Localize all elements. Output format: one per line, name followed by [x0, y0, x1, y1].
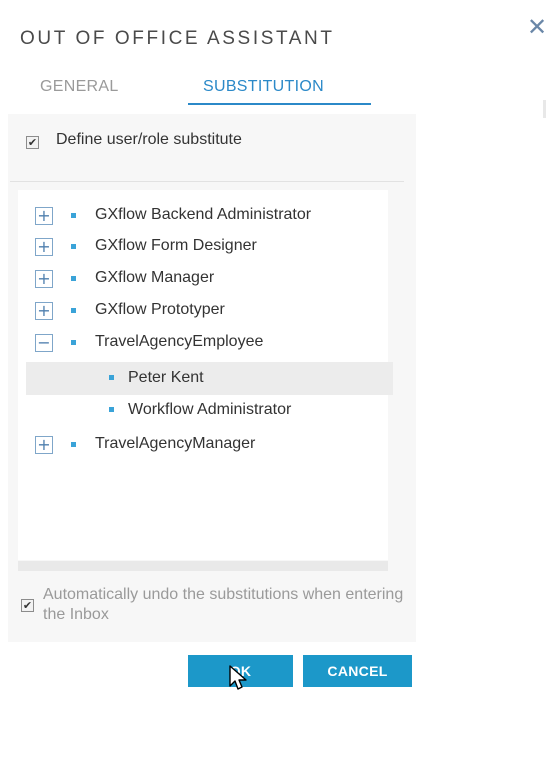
active-tab-indicator: [188, 103, 371, 105]
tab-general[interactable]: GENERAL: [40, 78, 119, 96]
bullet-icon: [71, 213, 76, 218]
expand-icon[interactable]: +: [35, 270, 53, 288]
bullet-icon: [71, 308, 76, 313]
tree-node[interactable]: GXflow Prototyper: [95, 295, 225, 325]
auto-undo-checkbox[interactable]: ✔: [21, 599, 34, 612]
window-edge: [543, 100, 546, 118]
tree-node[interactable]: TravelAgencyManager: [95, 429, 255, 459]
tab-substitution[interactable]: SUBSTITUTION: [203, 78, 324, 96]
tree-node[interactable]: GXflow Form Designer: [95, 231, 257, 261]
bullet-icon: [71, 442, 76, 447]
horizontal-scrollbar[interactable]: [18, 561, 388, 571]
bullet-icon: [109, 375, 114, 380]
divider: [10, 181, 404, 182]
define-substitute-label: Define user/role substitute: [56, 131, 242, 148]
mouse-cursor-icon: [229, 665, 247, 690]
auto-undo-label: Automatically undo the substitutions whe…: [43, 586, 404, 623]
tree-node-child[interactable]: Peter Kent: [128, 363, 204, 393]
tree-node[interactable]: GXflow Backend Administrator: [95, 200, 311, 230]
expand-icon[interactable]: +: [35, 302, 53, 320]
define-substitute-checkbox[interactable]: ✔: [26, 136, 39, 149]
dialog-title: OUT OF OFFICE ASSISTANT: [20, 28, 335, 49]
selected-row-highlight: [26, 362, 393, 395]
expand-icon[interactable]: +: [35, 436, 53, 454]
close-icon[interactable]: ✕: [527, 14, 548, 40]
cancel-button[interactable]: CANCEL: [303, 655, 412, 687]
collapse-icon[interactable]: −: [35, 334, 53, 352]
bullet-icon: [71, 340, 76, 345]
tree-node[interactable]: GXflow Manager: [95, 263, 214, 293]
expand-icon[interactable]: +: [35, 238, 53, 256]
tree-node-child[interactable]: Workflow Administrator: [128, 395, 291, 425]
bullet-icon: [71, 276, 76, 281]
tree-node[interactable]: TravelAgencyEmployee: [95, 327, 263, 357]
expand-icon[interactable]: +: [35, 207, 53, 225]
bullet-icon: [109, 407, 114, 412]
bullet-icon: [71, 244, 76, 249]
